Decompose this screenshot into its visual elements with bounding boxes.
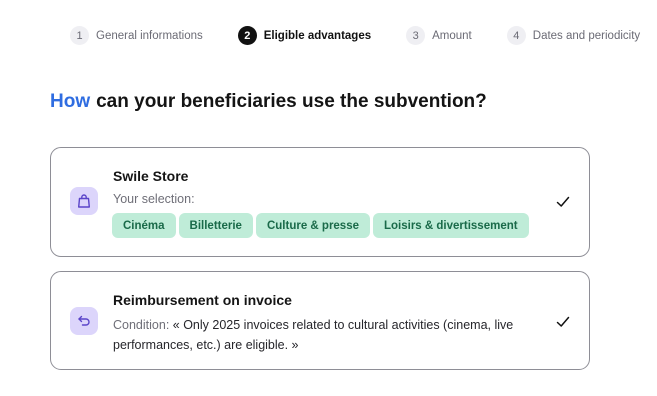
return-arrow-icon (70, 307, 98, 335)
swile-store-option-card[interactable]: Swile Store Your selection: Cinéma Bille… (50, 147, 590, 257)
step-dates-and-periodicity[interactable]: 4 Dates and periodicity (506, 26, 641, 45)
tag-loisirs-divertissement: Loisirs & divertissement (373, 213, 529, 238)
step-eligible-advantages[interactable]: 2 Eligible advantages (237, 26, 372, 45)
step-number: 3 (406, 26, 426, 45)
tag-culture-presse: Culture & presse (255, 213, 370, 238)
selection-tags: Cinéma Billetterie Culture & presse Lois… (112, 213, 532, 238)
step-label: Dates and periodicity (532, 29, 641, 42)
card-title: Reimbursement on invoice (113, 292, 292, 308)
condition-label: Condition: (113, 318, 170, 332)
shopping-bag-icon (70, 187, 98, 215)
step-general-informations[interactable]: 1 General informations (70, 26, 203, 45)
card-title: Swile Store (113, 168, 189, 184)
tag-cinema: Cinéma (112, 213, 176, 238)
step-label: Amount (432, 29, 472, 42)
condition-text: Condition: « Only 2025 invoices related … (113, 315, 533, 355)
reimbursement-option-card[interactable]: Reimbursement on invoice Condition: « On… (50, 271, 590, 370)
condition-value: « Only 2025 invoices related to cultural… (113, 318, 514, 352)
selection-label: Your selection: (113, 192, 195, 206)
page-title-accent: How (50, 91, 91, 112)
page-title: How can your beneficiaries use the subven… (50, 91, 487, 113)
tag-billetterie: Billetterie (178, 213, 253, 238)
step-label: Eligible advantages (263, 29, 372, 42)
checkmark-icon (556, 196, 570, 207)
step-number: 4 (506, 26, 526, 45)
step-number: 2 (237, 26, 257, 45)
step-label: General informations (96, 29, 203, 42)
step-number: 1 (70, 26, 89, 45)
step-amount[interactable]: 3 Amount (406, 26, 472, 45)
stepper: 1 General informations 2 Eligible advant… (70, 26, 640, 45)
page-title-rest: can your beneficiaries use the subventio… (96, 91, 487, 112)
checkmark-icon (556, 316, 570, 327)
